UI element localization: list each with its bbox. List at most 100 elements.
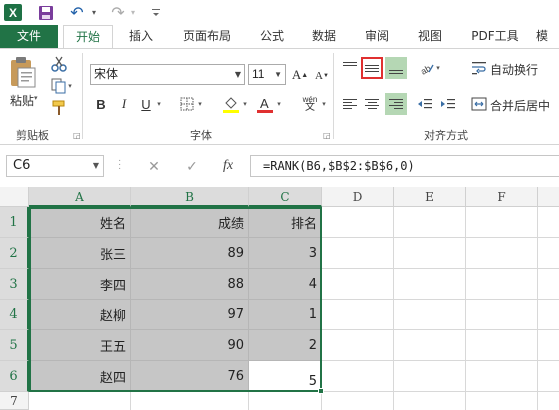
empty-cell[interactable] <box>322 238 394 269</box>
empty-cell[interactable] <box>466 392 538 410</box>
column-header-g[interactable] <box>538 187 559 207</box>
empty-cell[interactable] <box>394 330 466 361</box>
empty-cell[interactable] <box>466 238 538 269</box>
cut-icon[interactable] <box>50 55 68 73</box>
cell-b1[interactable]: 成绩 <box>131 207 249 238</box>
cell-a5[interactable]: 王五 <box>29 330 131 361</box>
font-launcher-icon[interactable]: ◲ <box>323 131 331 140</box>
fill-color-dropdown-icon[interactable]: ▾ <box>241 94 249 114</box>
empty-cell[interactable] <box>322 300 394 330</box>
enter-icon[interactable]: ✓ <box>180 155 204 177</box>
column-header-d[interactable]: D <box>322 187 394 207</box>
copy-dropdown-icon[interactable]: ▾ <box>66 79 74 93</box>
column-header-c[interactable]: C <box>249 187 322 207</box>
wrap-text-button[interactable]: 自动换行 <box>490 60 538 78</box>
empty-cell[interactable] <box>538 238 559 269</box>
column-header-f[interactable]: F <box>466 187 538 207</box>
tab-insert[interactable]: 插入 <box>117 25 165 48</box>
paste-button-label[interactable]: 粘贴 <box>10 92 34 109</box>
cell-a2[interactable]: 张三 <box>29 238 131 269</box>
cell-a4[interactable]: 赵柳 <box>29 300 131 330</box>
cell-b4[interactable]: 97 <box>131 300 249 330</box>
empty-cell[interactable] <box>249 392 322 410</box>
empty-cell[interactable] <box>322 392 394 410</box>
phonetic-guide-icon[interactable]: wén 文 <box>298 94 322 114</box>
row-header-2[interactable]: 2 <box>0 238 29 269</box>
clipboard-launcher-icon[interactable]: ◲ <box>73 131 81 140</box>
cell-c3[interactable]: 4 <box>249 269 322 300</box>
empty-cell[interactable] <box>538 330 559 361</box>
font-size-select[interactable]: 11 ▼ <box>248 64 286 85</box>
tab-more[interactable]: 模 <box>536 25 559 48</box>
undo-icon[interactable]: ↶ <box>67 3 87 22</box>
cell-c2[interactable]: 3 <box>249 238 322 269</box>
column-header-a[interactable]: A <box>29 187 131 207</box>
tab-home[interactable]: 开始 <box>63 25 113 49</box>
row-header-3[interactable]: 3 <box>0 269 29 300</box>
empty-cell[interactable] <box>29 392 131 410</box>
insert-function-icon[interactable]: fx <box>216 155 240 177</box>
save-icon[interactable] <box>36 3 56 22</box>
row-header-7[interactable]: 7 <box>0 392 29 410</box>
row-header-5[interactable]: 5 <box>0 330 29 361</box>
wrap-text-icon[interactable] <box>468 57 490 79</box>
empty-cell[interactable] <box>466 269 538 300</box>
name-box[interactable]: C6 ▼ <box>6 155 104 177</box>
cell-b2[interactable]: 89 <box>131 238 249 269</box>
empty-cell[interactable] <box>394 392 466 410</box>
cell-a1[interactable]: 姓名 <box>29 207 131 238</box>
align-center-icon[interactable] <box>361 93 383 115</box>
increase-font-size-icon[interactable]: A ▲ <box>291 65 309 85</box>
empty-cell[interactable] <box>466 207 538 238</box>
cell-b3[interactable]: 88 <box>131 269 249 300</box>
cell-c4[interactable]: 1 <box>249 300 322 330</box>
column-header-e[interactable]: E <box>394 187 466 207</box>
top-align-icon[interactable] <box>339 57 361 79</box>
orientation-dropdown-icon[interactable]: ▾ <box>434 57 442 79</box>
tab-file[interactable]: 文件 <box>0 25 58 48</box>
align-left-icon[interactable] <box>339 93 361 115</box>
decrease-indent-icon[interactable] <box>414 93 436 115</box>
increase-indent-icon[interactable] <box>437 93 459 115</box>
underline-button[interactable]: U <box>137 94 155 114</box>
fill-handle[interactable] <box>318 388 324 394</box>
empty-cell[interactable] <box>322 207 394 238</box>
empty-cell[interactable] <box>131 392 249 410</box>
fill-color-icon[interactable] <box>222 94 240 114</box>
cell-b6[interactable]: 76 <box>131 361 249 392</box>
cancel-icon[interactable]: ✕ <box>142 155 166 177</box>
tab-review[interactable]: 审阅 <box>355 25 399 48</box>
row-header-4[interactable]: 4 <box>0 300 29 330</box>
empty-cell[interactable] <box>466 361 538 392</box>
merge-center-icon[interactable] <box>468 93 490 115</box>
empty-cell[interactable] <box>466 300 538 330</box>
align-right-icon[interactable] <box>385 93 407 115</box>
cell-b5[interactable]: 90 <box>131 330 249 361</box>
formula-input[interactable]: =RANK(B6,$B$2:$B$6,0) <box>250 155 559 177</box>
paste-dropdown-icon[interactable]: ▾ <box>34 94 38 102</box>
select-all-button[interactable] <box>0 187 29 207</box>
bottom-align-icon[interactable] <box>385 57 407 79</box>
tab-page-layout[interactable]: 页面布局 <box>172 25 242 48</box>
empty-cell[interactable] <box>394 238 466 269</box>
empty-cell[interactable] <box>538 300 559 330</box>
cell-c1[interactable]: 排名 <box>249 207 322 238</box>
empty-cell[interactable] <box>322 330 394 361</box>
empty-cell[interactable] <box>538 207 559 238</box>
cell-c6-active[interactable]: 5 <box>249 361 322 392</box>
customize-toolbar-icon[interactable] <box>146 3 166 22</box>
font-color-dropdown-icon[interactable]: ▾ <box>275 94 283 114</box>
format-painter-icon[interactable] <box>50 99 68 117</box>
row-header-1[interactable]: 1 <box>0 207 29 238</box>
italic-button[interactable]: I <box>115 94 133 114</box>
empty-cell[interactable] <box>394 269 466 300</box>
merge-center-button[interactable]: 合并后居中 <box>490 96 550 114</box>
font-name-select[interactable]: 宋体 ▼ <box>90 64 245 85</box>
empty-cell[interactable] <box>466 330 538 361</box>
font-color-icon[interactable]: A <box>256 94 274 114</box>
cell-a6[interactable]: 赵四 <box>29 361 131 392</box>
redo-dropdown-icon[interactable]: ▾ <box>128 3 138 22</box>
tab-formulas[interactable]: 公式 <box>250 25 294 48</box>
empty-cell[interactable] <box>538 269 559 300</box>
empty-cell[interactable] <box>322 361 394 392</box>
